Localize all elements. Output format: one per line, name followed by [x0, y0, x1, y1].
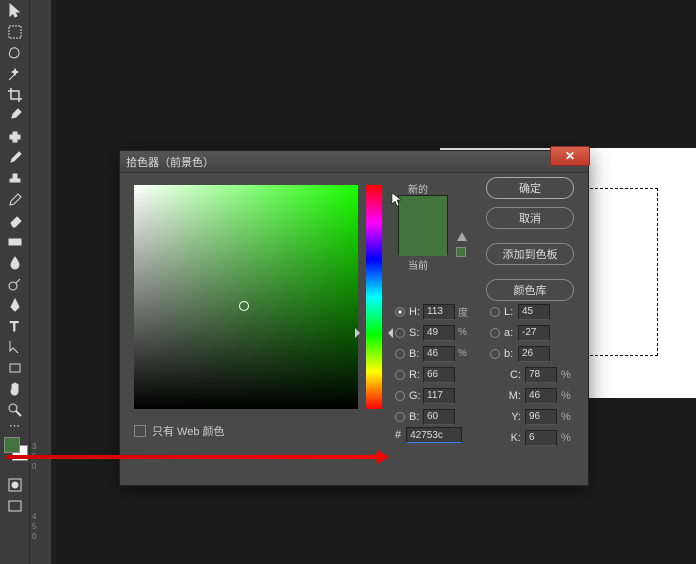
quickmask-tool[interactable]	[2, 475, 28, 495]
move-tool[interactable]	[2, 1, 28, 21]
r-label: R:	[409, 369, 423, 381]
ok-button[interactable]: 确定	[486, 177, 574, 199]
a-radio[interactable]	[490, 328, 500, 338]
dodge-tool[interactable]	[2, 274, 28, 294]
marquee-tool[interactable]	[2, 22, 28, 42]
lab-b-label: b:	[504, 348, 518, 360]
vertical-ruler: 3 5 0 4 5 0	[30, 0, 52, 564]
a-input[interactable]	[518, 325, 550, 341]
titlebar[interactable]: 拾色器（前景色） ✕	[120, 151, 588, 173]
g-input[interactable]	[423, 388, 455, 404]
r-radio[interactable]	[395, 370, 405, 380]
path-tool[interactable]	[2, 337, 28, 357]
wand-tool[interactable]	[2, 64, 28, 84]
r-input[interactable]	[423, 367, 455, 383]
color-picker-dialog: 拾色器（前景色） ✕ 新的 当前 确定 取消 添加到色板 颜色库 H:度 S:%…	[119, 150, 589, 486]
b-radio[interactable]	[395, 349, 405, 359]
rgb-b-label: B:	[409, 411, 423, 423]
b-label: B:	[409, 348, 423, 360]
color-swatches[interactable]	[0, 437, 29, 465]
rgb-b-radio[interactable]	[395, 412, 405, 422]
type-tool[interactable]: T	[2, 316, 28, 336]
svg-text:T: T	[10, 318, 19, 334]
hue-slider[interactable]	[366, 185, 382, 409]
toolbar: T ⋯	[0, 0, 30, 564]
new-color-label: 新的	[408, 181, 428, 196]
a-label: a:	[504, 327, 518, 339]
hsb-rgb-group: H:度 S:% B:% R: G: B:	[395, 301, 472, 427]
lab-group: L: a: b:	[490, 301, 550, 364]
h-input[interactable]	[423, 304, 455, 320]
close-button[interactable]: ✕	[550, 146, 590, 166]
lab-b-radio[interactable]	[490, 349, 500, 359]
crop-tool[interactable]	[2, 85, 28, 105]
stamp-tool[interactable]	[2, 169, 28, 189]
hex-row: #	[395, 427, 462, 443]
y-label: Y:	[505, 411, 521, 423]
b-input[interactable]	[423, 346, 455, 362]
history-brush-tool[interactable]	[2, 190, 28, 210]
gamut-warning-icon[interactable]	[456, 231, 468, 243]
blur-tool[interactable]	[2, 253, 28, 273]
pen-tool[interactable]	[2, 295, 28, 315]
annotation-arrow	[6, 455, 386, 459]
rect-tool[interactable]	[2, 358, 28, 378]
k-input[interactable]	[525, 430, 557, 446]
h-radio[interactable]	[395, 307, 405, 317]
zoom-tool[interactable]	[2, 400, 28, 420]
c-label: C:	[505, 369, 521, 381]
web-only-row: 只有 Web 颜色	[134, 423, 225, 439]
lasso-tool[interactable]	[2, 43, 28, 63]
foreground-color-swatch[interactable]	[4, 437, 20, 453]
dialog-title: 拾色器（前景色）	[126, 154, 214, 170]
hue-indicator-icon	[360, 328, 388, 334]
h-label: H:	[409, 306, 423, 318]
rgb-b-input[interactable]	[423, 409, 455, 425]
color-preview	[398, 195, 448, 255]
websafe-icon[interactable]	[456, 247, 466, 257]
web-only-label: 只有 Web 颜色	[152, 423, 225, 439]
m-input[interactable]	[525, 388, 557, 404]
l-radio[interactable]	[490, 307, 500, 317]
y-input[interactable]	[525, 409, 557, 425]
k-label: K:	[505, 432, 521, 444]
brush-tool[interactable]	[2, 148, 28, 168]
color-field[interactable]	[134, 185, 358, 409]
current-color-swatch[interactable]	[399, 226, 447, 256]
l-input[interactable]	[518, 304, 550, 320]
m-label: M:	[505, 390, 521, 402]
divider: ⋯	[2, 421, 28, 429]
s-input[interactable]	[423, 325, 455, 341]
s-label: S:	[409, 327, 423, 339]
s-radio[interactable]	[395, 328, 405, 338]
g-label: G:	[409, 390, 423, 402]
c-input[interactable]	[525, 367, 557, 383]
current-color-label: 当前	[408, 257, 428, 272]
l-label: L:	[504, 306, 518, 318]
hex-label: #	[395, 429, 401, 441]
lab-b-input[interactable]	[518, 346, 550, 362]
color-lib-button[interactable]: 颜色库	[486, 279, 574, 301]
eraser-tool[interactable]	[2, 211, 28, 231]
cancel-button[interactable]: 取消	[486, 207, 574, 229]
field-cursor-icon	[239, 301, 249, 311]
cmyk-group: C:% M:% Y:% K:%	[505, 364, 571, 448]
g-radio[interactable]	[395, 391, 405, 401]
cursor-icon	[391, 192, 403, 208]
gradient-tool[interactable]	[2, 232, 28, 252]
eyedropper-tool[interactable]	[2, 106, 28, 126]
heal-tool[interactable]	[2, 127, 28, 147]
new-color-swatch	[399, 196, 447, 226]
web-only-checkbox[interactable]	[134, 425, 146, 437]
hand-tool[interactable]	[2, 379, 28, 399]
add-swatch-button[interactable]: 添加到色板	[486, 243, 574, 265]
hex-input[interactable]	[406, 427, 462, 443]
screen-mode-tool[interactable]	[2, 496, 28, 516]
